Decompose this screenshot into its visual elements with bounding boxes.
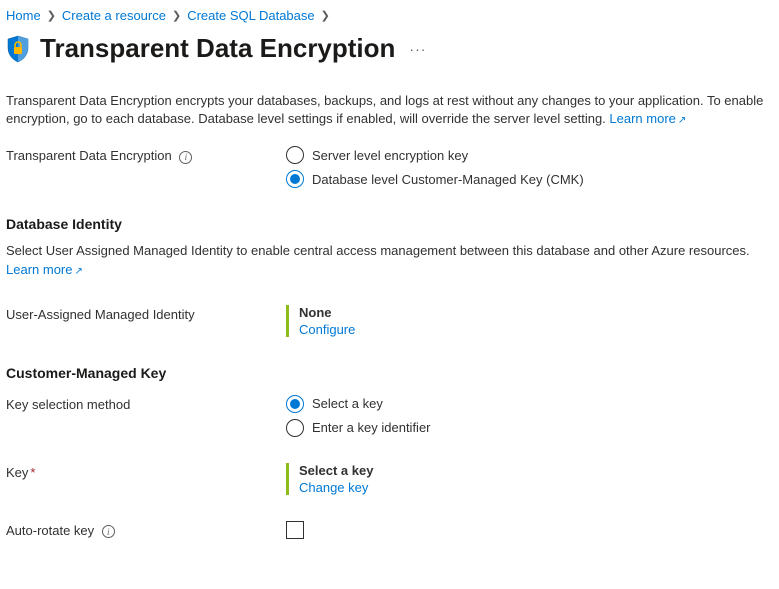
tde-label: Transparent Data Encryption i [6, 146, 286, 164]
radio-icon [286, 419, 304, 437]
identity-value: None [299, 305, 773, 320]
key-value: Select a key [299, 463, 773, 478]
radio-icon [286, 146, 304, 164]
info-icon[interactable]: i [179, 151, 192, 164]
key-label: Key* [6, 463, 286, 480]
cmk-heading: Customer-Managed Key [6, 365, 773, 381]
shield-lock-icon [6, 35, 30, 63]
page-title: Transparent Data Encryption [40, 33, 395, 64]
chevron-right-icon: ❯ [172, 9, 181, 22]
key-method-label: Key selection method [6, 395, 286, 412]
key-method-select[interactable]: Select a key [286, 395, 773, 413]
database-identity-description: Select User Assigned Managed Identity to… [6, 242, 773, 278]
external-link-icon: ↗ [74, 266, 82, 277]
radio-checked-icon [286, 395, 304, 413]
breadcrumb-create-sql[interactable]: Create SQL Database [187, 8, 314, 23]
database-identity-heading: Database Identity [6, 216, 773, 232]
tde-option-database[interactable]: Database level Customer-Managed Key (CMK… [286, 170, 773, 188]
radio-checked-icon [286, 170, 304, 188]
more-actions-button[interactable]: ··· [405, 37, 430, 61]
identity-value-block: None Configure [286, 305, 773, 337]
key-row: Key* Select a key Change key [6, 463, 773, 495]
identity-configure-link[interactable]: Configure [299, 322, 773, 337]
autorotate-control [286, 521, 773, 542]
page-description: Transparent Data Encryption encrypts you… [6, 92, 773, 128]
learn-more-link[interactable]: Learn more↗ [609, 111, 686, 126]
identity-label: User-Assigned Managed Identity [6, 305, 286, 322]
page-title-row: Transparent Data Encryption ··· [6, 33, 773, 64]
chevron-right-icon: ❯ [321, 9, 330, 22]
autorotate-checkbox[interactable] [286, 521, 304, 539]
key-method-radio-group: Select a key Enter a key identifier [286, 395, 773, 437]
key-method-row: Key selection method Select a key Enter … [6, 395, 773, 437]
key-method-enter[interactable]: Enter a key identifier [286, 419, 773, 437]
breadcrumb: Home ❯ Create a resource ❯ Create SQL Da… [6, 8, 773, 23]
required-indicator: * [30, 465, 35, 480]
autorotate-label: Auto-rotate key i [6, 521, 286, 539]
change-key-link[interactable]: Change key [299, 480, 773, 495]
info-icon[interactable]: i [102, 525, 115, 538]
identity-learn-more-link[interactable]: Learn more↗ [6, 262, 83, 277]
identity-row: User-Assigned Managed Identity None Conf… [6, 305, 773, 337]
breadcrumb-home[interactable]: Home [6, 8, 41, 23]
tde-row: Transparent Data Encryption i Server lev… [6, 146, 773, 188]
autorotate-row: Auto-rotate key i [6, 521, 773, 542]
breadcrumb-create-resource[interactable]: Create a resource [62, 8, 166, 23]
external-link-icon: ↗ [678, 115, 686, 126]
tde-option-server[interactable]: Server level encryption key [286, 146, 773, 164]
chevron-right-icon: ❯ [47, 9, 56, 22]
tde-radio-group: Server level encryption key Database lev… [286, 146, 773, 188]
key-value-block: Select a key Change key [286, 463, 773, 495]
